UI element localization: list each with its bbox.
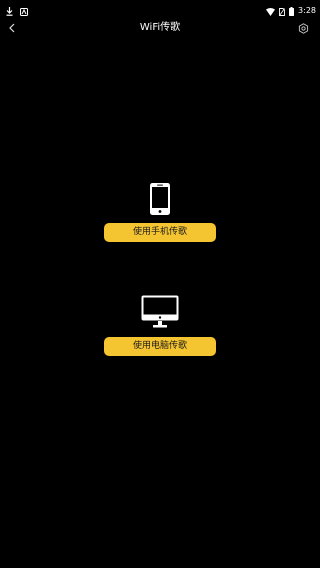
page-title: WiFi传歌 bbox=[139, 22, 181, 33]
status-time: 3:28 bbox=[298, 5, 316, 15]
status-bar: 3:28 bbox=[0, 0, 320, 16]
settings-button[interactable] bbox=[296, 21, 310, 35]
gear-icon bbox=[298, 22, 308, 34]
monitor-icon bbox=[141, 295, 179, 328]
nav-bar: WiFi传歌 bbox=[0, 16, 320, 40]
pc-transfer-button[interactable]: 使用电脑传歌 bbox=[104, 337, 216, 356]
phone-transfer-button[interactable]: 使用手机传歌 bbox=[104, 223, 216, 242]
smartphone-icon bbox=[150, 183, 170, 215]
